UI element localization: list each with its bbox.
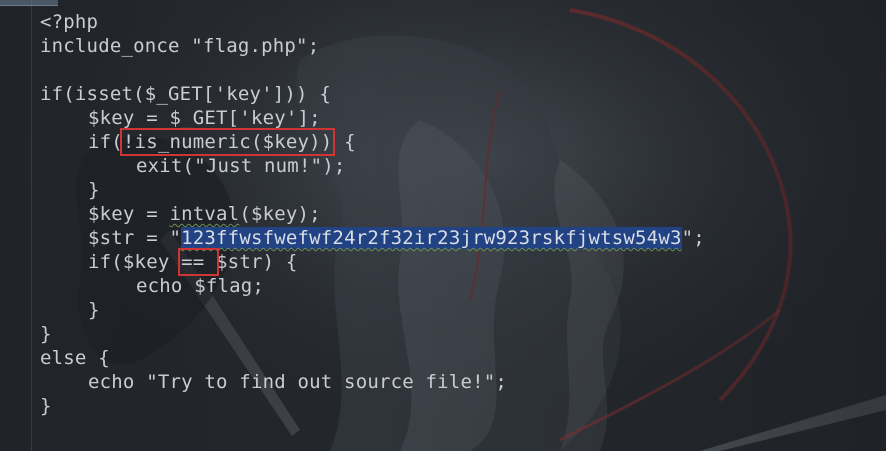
code-token: $key = xyxy=(88,203,170,225)
code-line: $key = intval($key); xyxy=(40,202,705,226)
code-token: if( xyxy=(88,131,123,153)
code-line: if(!is_numeric($key)) { xyxy=(40,128,705,156)
gutter-divider xyxy=(31,0,32,451)
code-token: $str = " xyxy=(88,227,182,249)
code-token: ($key); xyxy=(239,203,321,225)
intval-function: intval xyxy=(169,203,240,225)
code-token: "; xyxy=(681,227,705,249)
highlight-box-is-numeric: !is_numeric($key)) xyxy=(119,128,336,156)
code-token: $str) { xyxy=(216,251,298,273)
code-editor[interactable]: <?php include_once "flag.php"; if(isset(… xyxy=(0,0,886,451)
code-line: } xyxy=(88,179,100,201)
code-line: else { xyxy=(40,347,110,369)
code-line: } xyxy=(40,395,52,417)
code-line: if($key == $str) { xyxy=(40,248,705,276)
code-block[interactable]: <?php include_once "flag.php"; if(isset(… xyxy=(40,10,705,418)
code-line: echo $flag; xyxy=(136,275,265,297)
code-line: include_once "flag.php"; xyxy=(40,35,320,57)
code-line: <?php xyxy=(40,11,99,33)
code-line: $str = "123ffwsfwefwf24r2f32ir23jrw923rs… xyxy=(40,226,705,250)
code-line: } xyxy=(88,299,100,321)
code-line: if(isset($_GET['key'])) { xyxy=(40,83,331,105)
code-line: exit("Just num!"); xyxy=(136,155,346,177)
code-line: } xyxy=(40,323,52,345)
code-token: if($key xyxy=(88,251,182,273)
selected-text[interactable]: 123ffwsfwefwf24r2f32ir23jrw923rskfjwtsw5… xyxy=(181,227,682,249)
code-line: echo "Try to find out source file!"; xyxy=(88,371,508,393)
highlight-box-loose-compare: == xyxy=(178,248,220,276)
code-token: { xyxy=(332,131,356,153)
code-line: $key = $_GET['key']; xyxy=(88,107,321,129)
editor-tab-strip[interactable] xyxy=(0,0,58,6)
